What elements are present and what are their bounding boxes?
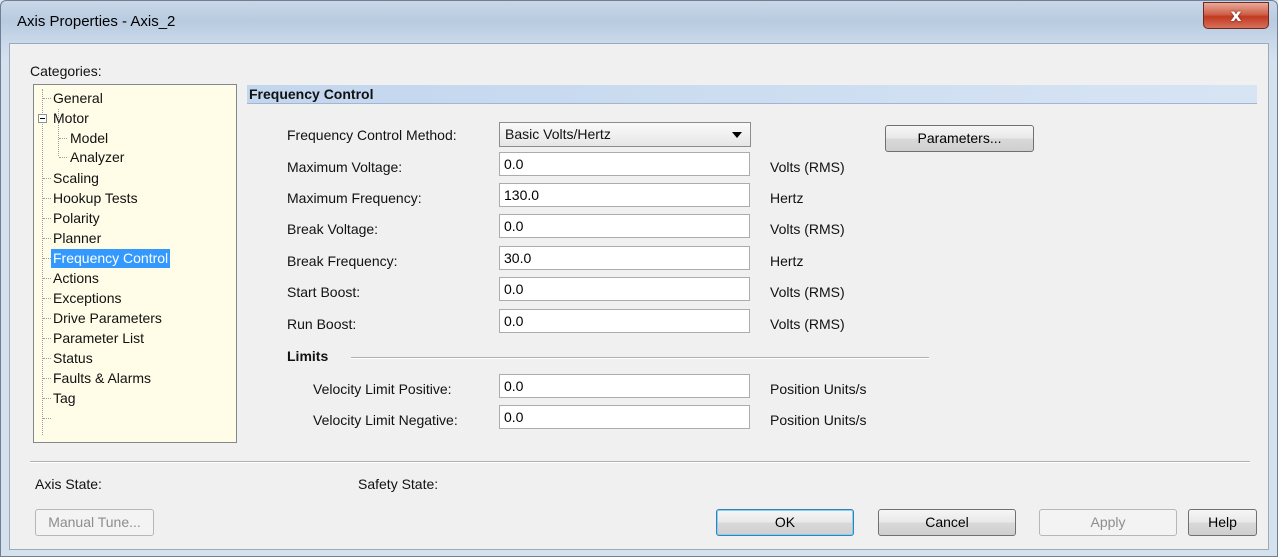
limits-heading: Limits [287,348,329,364]
tree-connector [43,258,51,259]
tree-item-drive-parameters[interactable]: Drive Parameters [51,309,164,328]
apply-button[interactable]: Apply [1039,509,1177,536]
manual-tune-button[interactable]: Manual Tune... [35,509,154,536]
motor-collapse-icon[interactable] [38,114,47,123]
categories-tree[interactable]: General Motor Model Analyzer Scaling Hoo… [33,84,237,443]
maximum-frequency-label: Maximum Frequency: [287,190,422,206]
tree-connector [43,198,51,199]
cancel-button[interactable]: Cancel [878,509,1016,536]
maximum-voltage-unit: Volts (RMS) [770,159,845,175]
help-button[interactable]: Help [1188,509,1257,536]
tree-item-faults-alarms[interactable]: Faults & Alarms [51,369,153,388]
tree-connector [43,378,51,379]
tree-item-polarity[interactable]: Polarity [51,209,102,228]
tree-connector [43,98,51,99]
dialog-client-area: Categories: General Motor Model Analyzer… [9,43,1269,550]
tree-item-frequency-control[interactable]: Frequency Control [51,249,171,268]
break-frequency-unit: Hertz [770,253,804,269]
tree-connector [43,338,51,339]
tree-connector [43,418,51,419]
tree-item-planner[interactable]: Planner [51,229,103,248]
tree-item-scaling[interactable]: Scaling [51,169,101,188]
axis-properties-window: Axis Properties - Axis_2 x Categories: G… [0,0,1278,557]
velocity-limit-negative-label: Velocity Limit Negative: [313,412,458,428]
run-boost-label: Run Boost: [287,316,357,332]
velocity-limit-negative-input[interactable] [499,405,750,429]
tree-item-hookup-tests[interactable]: Hookup Tests [51,189,140,208]
axis-state-label: Axis State: [35,476,102,492]
tree-item-model[interactable]: Model [68,129,110,148]
break-frequency-input[interactable] [499,246,750,270]
maximum-frequency-input[interactable] [499,183,750,207]
tree-connector [43,218,51,219]
tree-item-tag[interactable]: Tag [51,389,78,408]
ok-button[interactable]: OK [716,509,854,536]
tree-connector [43,298,51,299]
start-boost-label: Start Boost: [287,284,361,300]
tree-item-motor[interactable]: Motor [51,109,91,128]
maximum-voltage-input[interactable] [499,152,750,176]
velocity-limit-positive-unit: Position Units/s [770,381,867,397]
tree-item-general[interactable]: General [51,89,105,108]
footer-separator [30,461,1250,463]
maximum-voltage-label: Maximum Voltage: [287,159,403,175]
title-bar[interactable]: Axis Properties - Axis_2 x [1,1,1277,43]
tree-connector [43,358,51,359]
tree-connector [43,178,51,179]
parameters-button[interactable]: Parameters... [885,125,1034,152]
categories-label: Categories: [30,63,102,79]
break-voltage-label: Break Voltage: [287,221,379,237]
tree-item-exceptions[interactable]: Exceptions [51,289,123,308]
tree-root-line [42,89,43,435]
frequency-control-method-select[interactable]: Basic Volts/Hertz [499,122,751,147]
break-frequency-label: Break Frequency: [287,253,398,269]
tree-item-actions[interactable]: Actions [51,269,101,288]
start-boost-unit: Volts (RMS) [770,284,845,300]
tree-item-analyzer[interactable]: Analyzer [68,148,126,167]
break-voltage-unit: Volts (RMS) [770,221,845,237]
maximum-frequency-unit: Hertz [770,190,804,206]
tree-connector [59,157,67,158]
limits-divider [351,357,929,359]
tree-connector [43,398,51,399]
velocity-limit-positive-label: Velocity Limit Positive: [313,381,452,397]
dropdown-arrow-icon [732,132,742,138]
tree-connector [59,138,67,139]
run-boost-input[interactable] [499,309,750,333]
velocity-limit-negative-unit: Position Units/s [770,412,867,428]
run-boost-unit: Volts (RMS) [770,316,845,332]
velocity-limit-positive-input[interactable] [499,374,750,398]
frequency-control-method-value: Basic Volts/Hertz [505,126,611,142]
window-title: Axis Properties - Axis_2 [17,13,176,30]
tree-connector [43,238,51,239]
tree-item-status[interactable]: Status [51,349,95,368]
safety-state-label: Safety State: [358,476,439,492]
break-voltage-input[interactable] [499,214,750,238]
close-icon: x [1230,5,1242,26]
section-header: Frequency Control [247,85,1257,104]
tree-item-parameter-list[interactable]: Parameter List [51,329,146,348]
frequency-control-method-label: Frequency Control Method: [287,127,457,143]
tree-connector [43,278,51,279]
start-boost-input[interactable] [499,277,750,301]
close-button[interactable]: x [1203,2,1269,29]
tree-connector [43,318,51,319]
